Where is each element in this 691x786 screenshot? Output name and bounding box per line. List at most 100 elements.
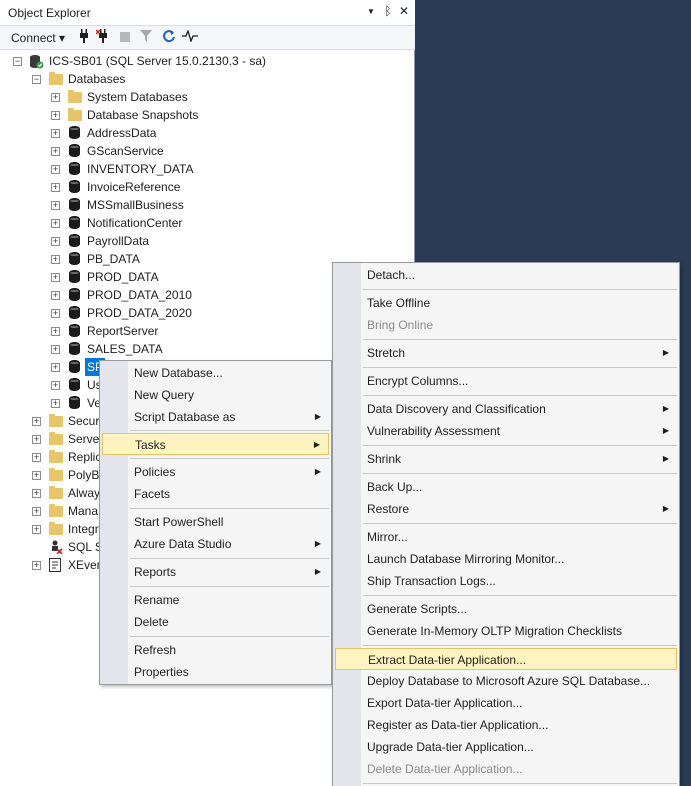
expand-icon[interactable]: + [32,489,41,498]
menu-item-restore[interactable]: Restore ▶ [335,498,677,520]
tree-node-server-item[interactable]: + Alway [0,484,100,502]
expand-icon[interactable]: + [51,255,60,264]
expand-icon[interactable]: + [51,201,60,210]
menu-item-export-data-tier-application[interactable]: Export Data-tier Application... [335,692,677,714]
tree-node-label: System Databases [87,90,188,104]
filter-icon[interactable] [137,29,155,47]
expand-icon[interactable]: + [51,129,60,138]
expand-icon[interactable]: + [51,291,60,300]
folder-icon [68,90,82,103]
expand-icon[interactable]: + [32,471,41,480]
expand-icon[interactable]: + [51,147,60,156]
tree-node-database[interactable]: + GScanService [0,142,414,160]
menu-item-back-up[interactable]: Back Up... [335,476,677,498]
tree-node-server-item[interactable]: + XEven [0,556,103,574]
close-icon[interactable]: ✕ [397,4,411,18]
tree-node-server-item[interactable]: + Server [0,430,103,448]
menu-item-upgrade-data-tier-application[interactable]: Upgrade Data-tier Application... [335,736,677,758]
menu-separator [130,558,329,559]
expand-icon[interactable]: + [32,525,41,534]
tree-node-server-item[interactable]: + Securi [0,412,102,430]
database-icon [69,360,80,373]
tree-node-server-item[interactable]: + Mana [0,502,100,520]
tree-node-database[interactable]: + NotificationCenter [0,214,414,232]
menu-item-register-data-tier-application[interactable]: Register as Data-tier Application... [335,714,677,736]
menu-item-take-offline[interactable]: Take Offline [335,292,677,314]
connect-plug-icon[interactable] [75,29,93,47]
expand-icon[interactable]: + [32,417,41,426]
expand-icon[interactable]: + [51,327,60,336]
pin-icon[interactable]: ᛒ [381,4,395,18]
tree-node-database[interactable]: + AddressData [0,124,414,142]
expand-icon[interactable]: + [51,399,60,408]
window-position-icon[interactable]: ▼ [364,7,378,16]
expand-icon[interactable]: + [32,507,41,516]
menu-item-facets[interactable]: Facets [102,483,329,505]
menu-item-delete-data-tier-application[interactable]: Delete Data-tier Application... [335,758,677,780]
tree-node-database[interactable]: + PayrollData [0,232,414,250]
tree-node-server-item[interactable]: + Replic [0,448,101,466]
database-icon [69,162,80,175]
menu-item-delete[interactable]: Delete [102,611,329,633]
menu-item-new-query[interactable]: New Query [102,384,329,406]
refresh-icon[interactable] [160,29,178,47]
menu-item-reports[interactable]: Reports ▶ [102,561,329,583]
expand-icon[interactable]: + [51,219,60,228]
menu-item-vulnerability-assessment[interactable]: Vulnerability Assessment ▶ [335,420,677,442]
menu-item-extract-data-tier-application[interactable]: Extract Data-tier Application... [335,648,677,670]
tree-node-server-item[interactable]: SQL S [0,538,103,556]
menu-item-start-powershell[interactable]: Start PowerShell [102,511,329,533]
menu-item-stretch[interactable]: Stretch ▶ [335,342,677,364]
menu-item-ship-transaction-logs[interactable]: Ship Transaction Logs... [335,570,677,592]
menu-item-shrink[interactable]: Shrink ▶ [335,448,677,470]
menu-item-launch-mirroring-monitor[interactable]: Launch Database Mirroring Monitor... [335,548,677,570]
tree-node-server-item[interactable]: + Integr [0,520,100,538]
stop-icon[interactable] [116,29,134,47]
submenu-arrow-icon: ▶ [314,567,321,576]
expand-icon[interactable]: + [51,237,60,246]
expand-icon[interactable]: + [51,345,60,354]
tree-node-server[interactable]: − ICS-SB01 (SQL Server 15.0.2130.3 - sa) [0,52,414,70]
menu-item-refresh[interactable]: Refresh [102,639,329,661]
menu-item-azure-data-studio[interactable]: Azure Data Studio ▶ [102,533,329,555]
menu-item-deploy-to-azure[interactable]: Deploy Database to Microsoft Azure SQL D… [335,670,677,692]
menu-item-bring-online[interactable]: Bring Online [335,314,677,336]
menu-separator [363,339,677,340]
menu-item-encrypt-columns[interactable]: Encrypt Columns... [335,370,677,392]
menu-item-generate-scripts[interactable]: Generate Scripts... [335,598,677,620]
menu-item-data-discovery[interactable]: Data Discovery and Classification ▶ [335,398,677,420]
expand-icon[interactable]: + [51,273,60,282]
tree-node-database[interactable]: + INVENTORY_DATA [0,160,414,178]
expand-icon[interactable]: + [51,165,60,174]
menu-item-properties[interactable]: Properties [102,661,329,683]
expand-icon[interactable]: + [51,381,60,390]
menu-item-mirror[interactable]: Mirror... [335,526,677,548]
tree-node-database[interactable]: + Database Snapshots [0,106,414,124]
menu-item-new-database[interactable]: New Database... [102,362,329,384]
menu-item-rename[interactable]: Rename [102,589,329,611]
collapse-icon[interactable]: − [13,57,22,66]
tree-node-database[interactable]: + InvoiceReference [0,178,414,196]
menu-item-tasks[interactable]: Tasks ▶ [102,433,329,455]
connect-button[interactable]: Connect ▾ [11,31,65,45]
menu-item-script-database-as[interactable]: Script Database as ▶ [102,406,329,428]
tree-node-database[interactable]: + MSSmallBusiness [0,196,414,214]
expand-icon[interactable]: + [51,93,60,102]
expand-icon[interactable]: + [51,309,60,318]
tree-node-server-item[interactable]: + PolyB [0,466,100,484]
collapse-icon[interactable]: − [32,75,41,84]
activity-monitor-icon[interactable] [181,29,199,47]
menu-item-policies[interactable]: Policies ▶ [102,461,329,483]
menu-item-detach[interactable]: Detach... [335,264,677,286]
menu-item-generate-inmemory-checklists[interactable]: Generate In-Memory OLTP Migration Checkl… [335,620,677,642]
expand-icon[interactable]: + [51,183,60,192]
disconnect-icon[interactable] [94,29,112,47]
expand-icon[interactable]: + [51,111,60,120]
expand-icon[interactable]: + [32,453,41,462]
tree-node-database[interactable]: + System Databases [0,88,414,106]
expand-icon[interactable]: + [32,561,41,570]
expand-icon[interactable]: + [32,435,41,444]
tree-node-databases[interactable]: − Databases [0,70,414,88]
tasks-submenu: Detach... Take Offline Bring Online Stre… [332,262,680,786]
expand-icon[interactable]: + [51,363,60,372]
